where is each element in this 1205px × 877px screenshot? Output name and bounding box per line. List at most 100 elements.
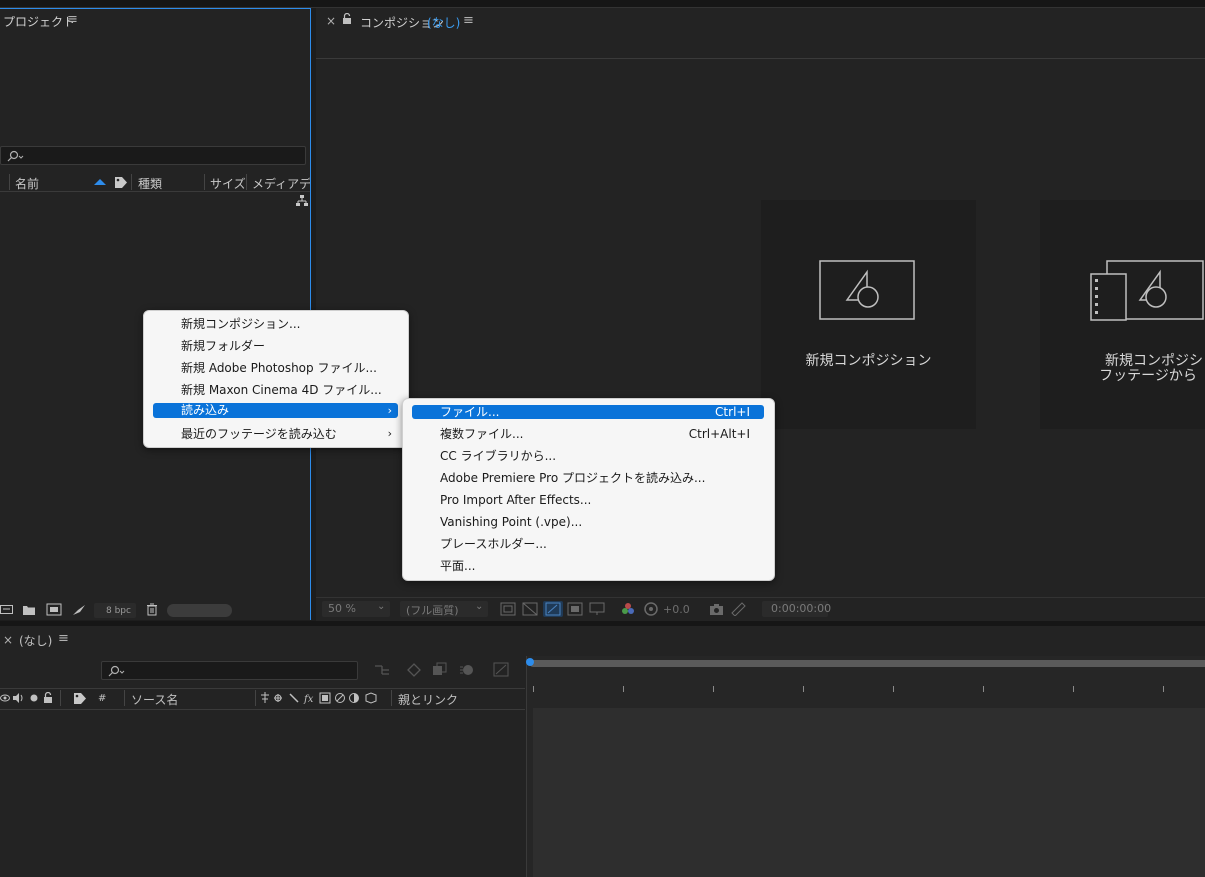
submenu-item-file-label: ファイル... (440, 405, 500, 419)
horizontal-scrollbar[interactable] (167, 604, 232, 617)
grid-guides-icon[interactable] (589, 602, 605, 616)
trash-icon[interactable] (146, 603, 158, 616)
submenu-item-solid[interactable]: 平面... (440, 556, 475, 576)
eye-icon[interactable] (0, 693, 10, 703)
color-depth-label: 8 bpc (106, 606, 131, 616)
lock-icon[interactable] (43, 692, 53, 704)
layer-track-area[interactable] (533, 708, 1205, 877)
ruler-tick (803, 686, 804, 692)
menu-item-new-cinema4d-file[interactable]: 新規 Maxon Cinema 4D ファイル... (181, 380, 382, 400)
submenu-item-premiere-project[interactable]: Adobe Premiere Pro プロジェクトを読み込み... (440, 468, 705, 488)
safe-margins-icon[interactable] (567, 602, 583, 616)
column-header-divider (0, 191, 310, 192)
label-tag-icon[interactable] (114, 176, 128, 189)
label-tag-icon[interactable] (73, 692, 87, 705)
zoom-value: 50 % (328, 602, 356, 615)
timeline-title[interactable]: (なし) (19, 632, 52, 649)
source-name-column[interactable]: ソース名 (131, 691, 178, 708)
new-composition-from-footage-label-line2: フッテージから (1099, 368, 1197, 384)
ruler-tick (533, 686, 534, 692)
footage-composition-icon (1090, 260, 1204, 321)
transparency-grid-icon[interactable] (522, 602, 538, 616)
new-composition-label: 新規コンポジション (805, 353, 932, 369)
timeline-close-button[interactable]: × (3, 633, 13, 647)
column-size[interactable]: サイズ (210, 175, 246, 192)
column-separator (131, 174, 132, 190)
interpret-footage-icon[interactable] (0, 604, 13, 616)
audio-icon[interactable] (12, 693, 24, 703)
menu-item-new-composition[interactable]: 新規コンポジション... (181, 314, 300, 334)
menu-item-import[interactable]: 読み込み › (153, 403, 398, 418)
submenu-item-vanishing-point[interactable]: Vanishing Point (.vpe)... (440, 512, 582, 532)
ruler-tick (893, 686, 894, 692)
submenu-item-multiple-files[interactable]: 複数ファイル... Ctrl+Alt+I (412, 424, 764, 444)
timeline-search-input[interactable] (101, 661, 358, 680)
composition-close-button[interactable]: × (326, 14, 336, 28)
chevron-down-icon: ⌄ (475, 601, 484, 612)
resolution-dropdown[interactable]: (フル画質) ⌄ (400, 601, 488, 617)
exposure-value[interactable]: +0.0 (663, 603, 690, 616)
column-separator (60, 690, 61, 706)
app-top-bar (0, 0, 1205, 8)
submenu-item-multiple-files-label: 複数ファイル... (440, 427, 524, 441)
project-search-input[interactable] (0, 146, 306, 165)
project-context-menu: 新規コンポジション... 新規フォルダー 新規 Adobe Photoshop … (143, 310, 409, 448)
current-time-display[interactable]: 0:00:00:00 (762, 601, 831, 617)
shortcut-ctrl-alt-i: Ctrl+Alt+I (688, 427, 750, 441)
new-composition-icon[interactable] (46, 603, 62, 616)
exposure-reset-icon[interactable] (644, 602, 658, 616)
composition-flowchart-icon[interactable] (374, 663, 390, 677)
layer-number-column[interactable]: # (98, 693, 106, 704)
menu-item-new-folder[interactable]: 新規フォルダー (181, 336, 265, 356)
channel-rgb-icon[interactable] (621, 602, 635, 616)
ruler-tick (1073, 686, 1074, 692)
new-composition-from-footage-tile[interactable]: 新規コンポジション フッテージから (1040, 200, 1205, 429)
render-queue-icon[interactable] (72, 604, 86, 616)
column-name[interactable]: 名前 (15, 175, 39, 192)
column-separator (255, 690, 256, 706)
project-panel-title[interactable]: プロジェクト (3, 13, 75, 30)
column-type[interactable]: 種類 (138, 175, 162, 192)
new-composition-from-footage-label: 新規コンポジション (1105, 353, 1205, 369)
graph-editor-icon[interactable] (493, 662, 509, 677)
new-composition-tile[interactable]: 新規コンポジション (761, 200, 976, 429)
flowchart-icon[interactable] (295, 194, 309, 207)
ruler-tick (983, 686, 984, 692)
timeline-panel-menu-icon[interactable]: ≡ (58, 631, 69, 646)
color-depth-button[interactable]: 8 bpc (94, 603, 136, 618)
snapshot-camera-icon[interactable] (709, 602, 724, 616)
submenu-item-pro-import[interactable]: Pro Import After Effects... (440, 490, 591, 510)
mask-visibility-toggle[interactable] (543, 601, 563, 617)
submenu-item-placeholder[interactable]: プレースホルダー... (440, 534, 547, 554)
chevron-right-icon: › (387, 427, 392, 440)
new-folder-icon[interactable] (22, 604, 36, 616)
draft-3d-icon[interactable] (406, 662, 422, 677)
resolution-value: (フル画質) (406, 604, 459, 617)
composition-panel-menu-icon[interactable]: ≡ (463, 13, 474, 28)
zoom-dropdown[interactable]: 50 % ⌄ (322, 601, 390, 617)
ruler-tick (1163, 686, 1164, 692)
menu-item-new-photoshop-file[interactable]: 新規 Adobe Photoshop ファイル... (181, 358, 377, 378)
motion-blur-icon[interactable] (459, 662, 475, 677)
composition-shapes-icon (819, 260, 915, 320)
search-icon (7, 150, 24, 162)
playhead-marker-icon[interactable] (525, 657, 535, 667)
layer-switches-icons[interactable]: fx (260, 692, 380, 704)
menu-item-import-recent-footage[interactable]: 最近のフッテージを読み込む › (153, 424, 398, 444)
composition-name[interactable]: (なし) (427, 14, 460, 31)
submenu-item-file[interactable]: ファイル... Ctrl+I (412, 405, 764, 419)
work-area-bar[interactable] (530, 660, 1205, 667)
region-of-interest-icon[interactable] (500, 602, 516, 616)
chevron-right-icon: › (387, 404, 392, 417)
parent-link-column[interactable]: 親とリンク (398, 691, 458, 708)
project-panel-menu-icon[interactable]: ≡ (67, 12, 78, 27)
solo-icon[interactable] (30, 694, 38, 702)
ruler-tick (623, 686, 624, 692)
mask-icon (545, 602, 561, 616)
show-snapshot-icon[interactable] (731, 602, 746, 616)
sort-ascending-icon[interactable] (93, 178, 107, 186)
lock-icon[interactable] (342, 13, 352, 25)
frame-blending-icon[interactable] (432, 662, 448, 677)
column-media-duration[interactable]: メディアデュ (252, 175, 310, 192)
submenu-item-cc-libraries[interactable]: CC ライブラリから... (440, 446, 556, 466)
